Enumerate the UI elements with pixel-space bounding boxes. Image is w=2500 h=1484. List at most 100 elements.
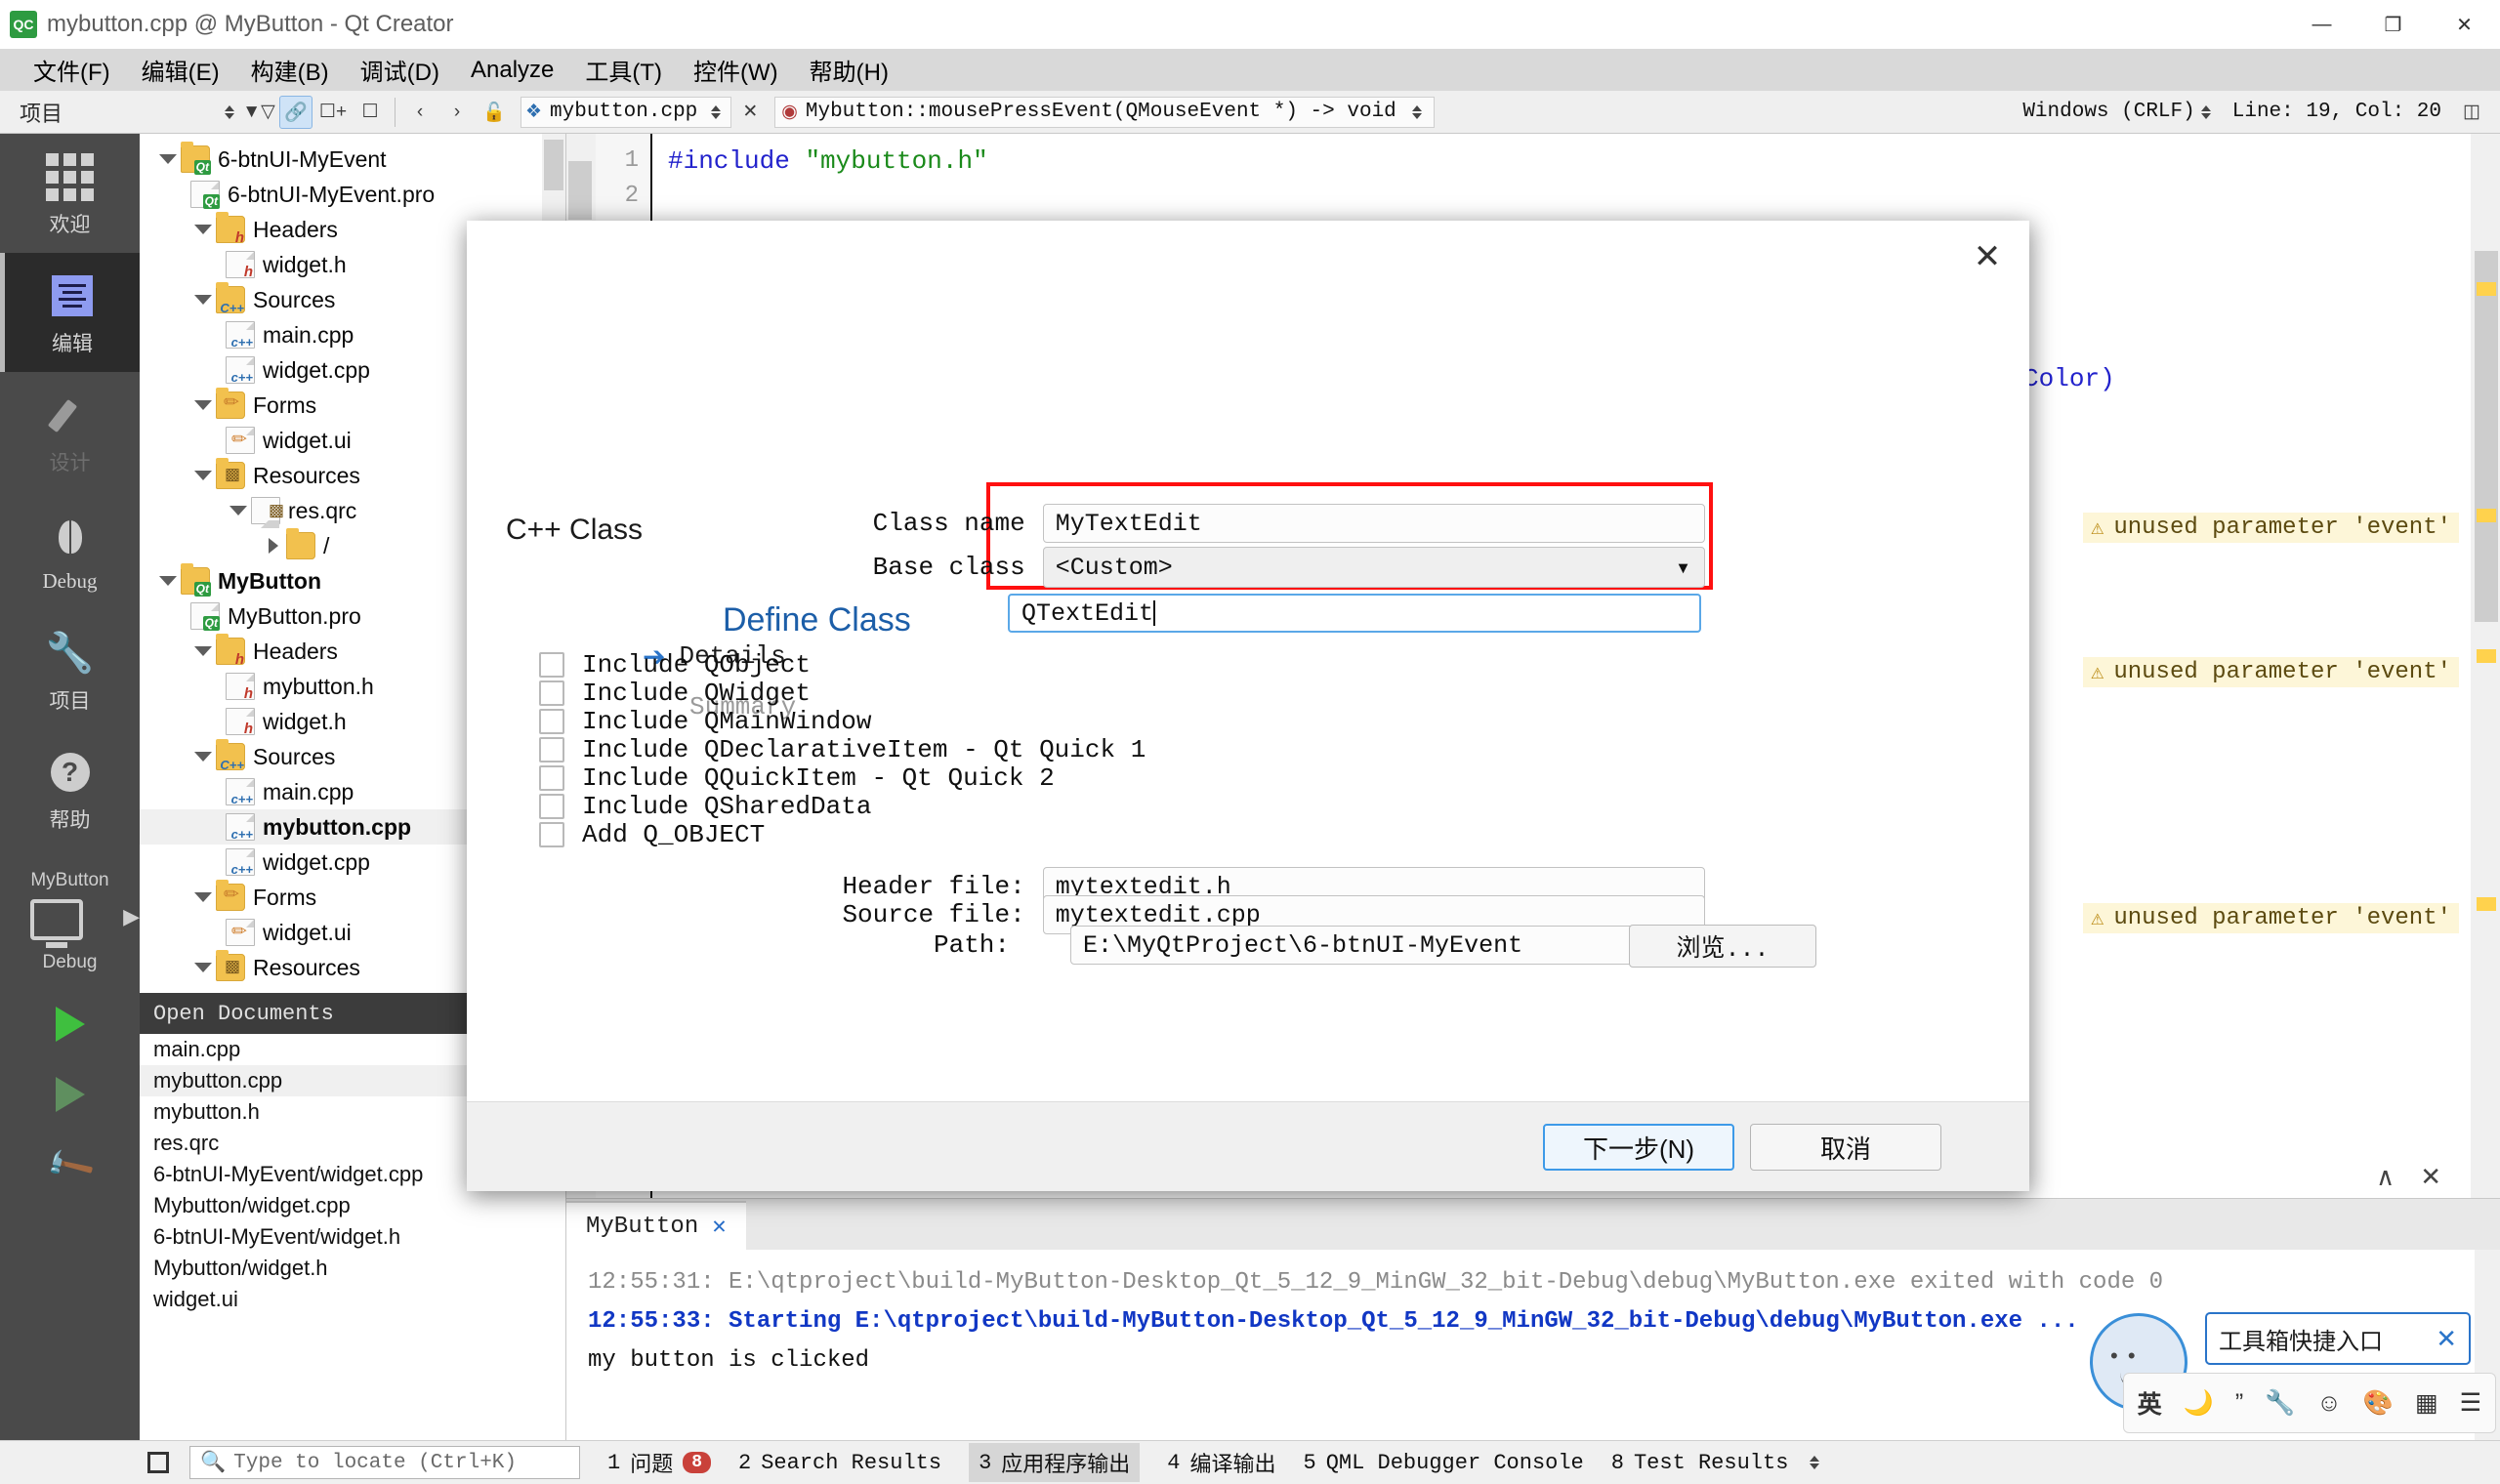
close-file-icon[interactable]: ✕ (733, 96, 767, 129)
file-spin-icon[interactable] (711, 104, 722, 119)
line-ending-selector[interactable]: Windows (CRLF) (2022, 101, 2194, 123)
chevron-right-icon[interactable] (261, 538, 286, 554)
filter-icon[interactable]: ▼▽ (242, 96, 275, 129)
chevron-down-icon[interactable] (155, 576, 181, 586)
scrollbar-thumb[interactable] (544, 140, 563, 190)
checkbox-icon[interactable] (539, 822, 564, 847)
close-icon[interactable]: ✕ (2436, 1324, 2457, 1354)
checkbox-icon[interactable] (539, 652, 564, 678)
quote-icon[interactable]: ” (2235, 1389, 2243, 1418)
close-window-button[interactable]: ✕ (2429, 0, 2500, 49)
menu-analyze[interactable]: Analyze (455, 53, 569, 88)
chevron-down-icon[interactable] (155, 154, 181, 164)
close-icon[interactable]: ✕ (2420, 1162, 2441, 1192)
chevron-down-icon[interactable] (190, 295, 216, 305)
open-document-item[interactable]: widget.ui (140, 1284, 565, 1315)
smiley-icon[interactable]: ☺ (2316, 1389, 2342, 1418)
status-item-qml-debugger-console[interactable]: 5 QML Debugger Console (1304, 1451, 1584, 1475)
path-input[interactable]: E:\MyQtProject\6-btnUI-MyEvent (1070, 926, 1656, 965)
menu-build[interactable]: 构建(B) (235, 49, 345, 91)
checkbox-include-qdeclarativeitem[interactable]: Include QDeclarativeItem - Qt Quick 1 (539, 735, 1146, 764)
editor-right-scrollbar[interactable] (2471, 134, 2500, 1198)
menu-debug[interactable]: 调试(D) (345, 49, 455, 91)
menu-help[interactable]: 帮助(H) (794, 49, 904, 91)
chevron-down-icon[interactable]: ▾ (1676, 553, 1690, 583)
symbol-spin-icon[interactable] (1411, 104, 1422, 119)
mode-design[interactable]: 设计 (0, 372, 140, 491)
checkbox-include-qshareddata[interactable]: Include QSharedData (539, 792, 871, 821)
menu-edit[interactable]: 编辑(E) (126, 49, 235, 91)
split-icon[interactable]: ☐+ (316, 96, 350, 129)
status-item-compile-output[interactable]: 4 编译输出 (1167, 1447, 1275, 1479)
status-item-application-output[interactable]: 3 应用程序输出 (969, 1443, 1141, 1482)
line-ending-spin-icon[interactable] (2200, 104, 2211, 119)
open-document-item[interactable]: 6-btnUI-MyEvent/widget.h (140, 1221, 565, 1253)
tree-row[interactable]: Qt 6-btnUI-MyEvent.pro (140, 177, 565, 212)
panel-toggle-icon[interactable] (137, 1441, 180, 1484)
cancel-button[interactable]: 取消 (1750, 1124, 1941, 1171)
menu-tools[interactable]: 工具(T) (569, 49, 678, 91)
chevron-down-icon[interactable] (190, 963, 216, 972)
checkbox-icon[interactable] (539, 737, 564, 763)
checkbox-include-qobject[interactable]: Include QObject (539, 650, 811, 680)
collapse-icon[interactable]: ∧ (2376, 1162, 2395, 1192)
maximize-button[interactable]: ❐ (2357, 0, 2429, 49)
checkbox-add-qobject-macro[interactable]: Add Q_OBJECT (539, 820, 765, 849)
checkbox-icon[interactable] (539, 765, 564, 791)
mode-projects[interactable]: 🔧 项目 (0, 610, 140, 729)
chevron-down-icon[interactable] (190, 892, 216, 902)
ime-mode-button[interactable]: 英 (2138, 1385, 2162, 1421)
current-file-selector[interactable]: ❖ mybutton.cpp (521, 96, 732, 128)
hammer-icon[interactable]: 🔨 (42, 1139, 97, 1193)
close-split-icon[interactable]: ☐ (354, 96, 387, 129)
chevron-down-icon[interactable] (190, 471, 216, 480)
menu-icon[interactable]: ☰ (2460, 1388, 2481, 1418)
checkbox-include-qmainwindow[interactable]: Include QMainWindow (539, 707, 871, 736)
mode-help[interactable]: ? 帮助 (0, 729, 140, 848)
mode-debug[interactable]: Debug (0, 491, 140, 610)
chevron-down-icon[interactable] (190, 400, 216, 410)
close-icon[interactable]: ✕ (712, 1212, 726, 1241)
tree-row[interactable]: Qt 6-btnUI-MyEvent (140, 142, 565, 177)
palette-icon[interactable]: 🎨 (2363, 1389, 2394, 1418)
class-name-input[interactable]: MyTextEdit (1042, 504, 1705, 543)
menu-file[interactable]: 文件(F) (18, 49, 126, 91)
kit-selector[interactable]: MyButton ▶ Debug (0, 870, 140, 973)
chevron-down-icon[interactable] (190, 752, 216, 762)
navigate-back-icon[interactable]: ‹ (403, 96, 437, 129)
symbol-selector[interactable]: ◉ Mybutton::mousePressEvent(QMouseEvent … (774, 96, 1435, 128)
link-icon[interactable]: 🔗 (279, 95, 312, 129)
status-item-search-results[interactable]: 2 Search Results (738, 1451, 941, 1475)
wrench-icon[interactable]: 🔧 (2265, 1389, 2295, 1418)
status-spin-icon[interactable] (1810, 1456, 1820, 1469)
base-class-select[interactable]: <Custom> ▾ (1042, 547, 1705, 588)
search-input[interactable]: 🔍 Type to locate (Ctrl+K) (189, 1446, 580, 1479)
checkbox-include-qwidget[interactable]: Include QWidget (539, 679, 811, 708)
open-document-item[interactable]: Mybutton/widget.h (140, 1253, 565, 1284)
scrollbar-thumb[interactable] (2475, 251, 2498, 622)
checkbox-include-qquickitem[interactable]: Include QQuickItem - Qt Quick 2 (539, 763, 1055, 793)
next-button[interactable]: 下一步(N) (1543, 1124, 1734, 1171)
chevron-down-icon[interactable] (190, 646, 216, 656)
keyboard-icon[interactable]: ▦ (2415, 1388, 2438, 1418)
mode-edit[interactable]: 编辑 (0, 253, 140, 372)
projects-spin-icon[interactable] (225, 104, 234, 119)
menu-widgets[interactable]: 控件(W) (678, 49, 794, 91)
status-item-problems[interactable]: 1 问题 8 (607, 1447, 712, 1478)
navigate-forward-icon[interactable]: › (440, 96, 474, 129)
run-triangle-icon[interactable] (55, 1007, 85, 1042)
browse-button[interactable]: 浏览... (1629, 925, 1816, 968)
minimize-button[interactable]: — (2286, 0, 2357, 49)
output-tab-mybutton[interactable]: MyButton ✕ (566, 1201, 746, 1250)
checkbox-icon[interactable] (539, 680, 564, 706)
chevron-down-icon[interactable] (226, 506, 251, 515)
checkbox-icon[interactable] (539, 709, 564, 734)
close-icon[interactable]: ✕ (1965, 234, 2010, 279)
split-right-icon[interactable]: ◫ (2455, 96, 2488, 129)
scrollbar-thumb[interactable] (568, 161, 592, 220)
checkbox-icon[interactable] (539, 794, 564, 819)
chevron-down-icon[interactable] (190, 225, 216, 234)
debug-run-icon[interactable] (55, 1077, 85, 1112)
moon-icon[interactable]: 🌙 (2184, 1389, 2214, 1418)
custom-base-class-input[interactable]: QTextEdit (1008, 594, 1701, 633)
